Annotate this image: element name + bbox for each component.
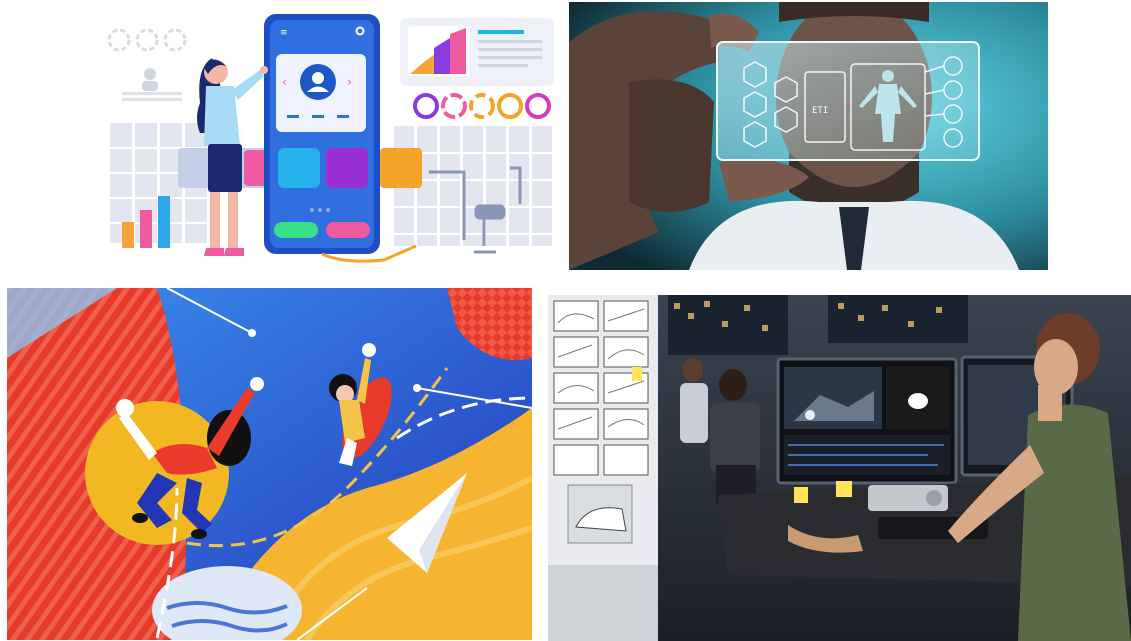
- dashboard-card: [400, 18, 554, 86]
- phone-device: ≡ ‹ ›: [264, 14, 380, 254]
- orange-tile: [380, 148, 422, 188]
- glass-display: ETI: [716, 41, 980, 161]
- svg-text:‹: ‹: [282, 75, 287, 89]
- mobile-app-ui-svg: ≡ ‹ ›: [107, 14, 554, 263]
- svg-text:›: ›: [347, 75, 352, 89]
- hologram-label: ETI: [812, 106, 828, 116]
- decorative-circles-left: [107, 28, 187, 52]
- svg-text:≡: ≡: [280, 28, 288, 38]
- storyboard-wall: [548, 295, 658, 641]
- editing-monitor: [776, 357, 958, 485]
- studio-photo-svg: [548, 295, 1131, 641]
- colorful-rings: [413, 93, 551, 119]
- mobile-app-ui-illustration: ≡ ‹ ›: [104, 8, 556, 268]
- flight-illustration-svg: [7, 288, 532, 640]
- abstract-flight-illustration: [7, 288, 532, 640]
- pink-tile: [244, 150, 266, 186]
- transparent-medical-display-photo: ETI: [569, 2, 1048, 270]
- profile-card-left: [122, 68, 182, 101]
- video-editing-studio-photo: [548, 295, 1131, 641]
- hologram-photo-svg: ETI: [569, 2, 1048, 270]
